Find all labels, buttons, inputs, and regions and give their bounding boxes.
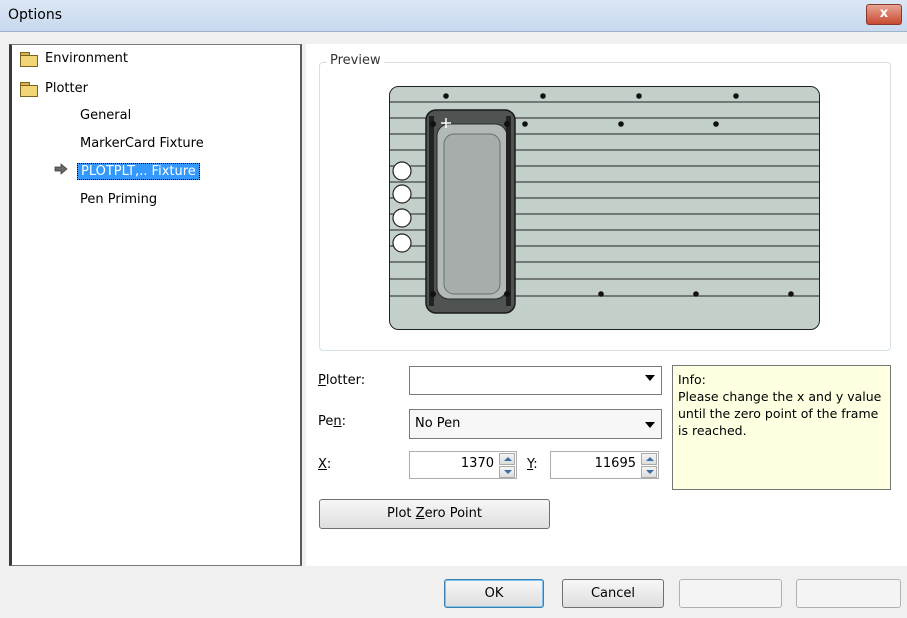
tree-item-label: MarkerCard Fixture [80, 136, 204, 151]
tree-item-label: Environment [45, 51, 129, 66]
y-value: 11695 [594, 456, 636, 471]
preview-legend: Preview [327, 53, 384, 68]
y-spinner[interactable]: 11695 [550, 451, 659, 479]
x-increment-button[interactable] [499, 453, 515, 465]
tree-item-environment[interactable]: Environment [20, 49, 131, 69]
tree-item-label: Pen Priming [80, 192, 158, 207]
tree-item-plotplt-fixture[interactable]: PLOTPLT,.. Fixture [77, 162, 200, 182]
pen-label: Pen: [318, 414, 347, 429]
window-title: Options [8, 7, 63, 23]
y-decrement-button[interactable] [641, 466, 657, 478]
blank-button-2 [796, 579, 901, 608]
close-icon: x [879, 6, 889, 21]
options-tree[interactable]: Environment Plotter General MarkerCard F… [9, 44, 302, 566]
x-value: 1370 [460, 456, 494, 471]
close-button[interactable]: x [866, 4, 902, 25]
plotter-label: Plotter: [318, 373, 366, 388]
tree-item-label: General [80, 108, 132, 123]
chevron-down-icon [645, 422, 655, 428]
tree-item-plotter[interactable]: Plotter [20, 79, 91, 99]
x-label: X: [318, 457, 332, 472]
pen-value: No Pen [415, 416, 461, 431]
info-text: Please change the x and y value until th… [678, 389, 882, 438]
info-box: Info: Please change the x and y value un… [672, 365, 891, 490]
folder-icon [20, 51, 38, 67]
blank-button-1 [679, 579, 782, 608]
arrow-right-icon [54, 162, 68, 182]
title-bar: Options x [0, 0, 907, 32]
tree-item-general[interactable]: General [77, 106, 134, 126]
tree-item-label: PLOTPLT,.. Fixture [77, 163, 200, 180]
plotter-select[interactable] [409, 366, 662, 395]
fixture [425, 109, 516, 314]
info-heading: Info: [678, 372, 706, 387]
tree-item-pen-priming[interactable]: Pen Priming [77, 190, 160, 210]
cancel-button[interactable]: Cancel [562, 579, 664, 608]
y-label: Y: [527, 457, 538, 472]
x-decrement-button[interactable] [499, 466, 515, 478]
plot-zero-point-button[interactable]: Plot Zero Point [319, 499, 550, 529]
x-spinner[interactable]: 1370 [409, 451, 517, 479]
tree-item-label: Plotter [45, 81, 88, 96]
tree-item-markercard-fixture[interactable]: MarkerCard Fixture [77, 134, 207, 154]
pen-select[interactable]: No Pen [409, 409, 662, 439]
y-increment-button[interactable] [641, 453, 657, 465]
chevron-down-icon [645, 375, 655, 381]
folder-open-icon [20, 81, 38, 97]
ok-button[interactable]: OK [444, 579, 544, 608]
plotter-board-preview [389, 86, 820, 330]
